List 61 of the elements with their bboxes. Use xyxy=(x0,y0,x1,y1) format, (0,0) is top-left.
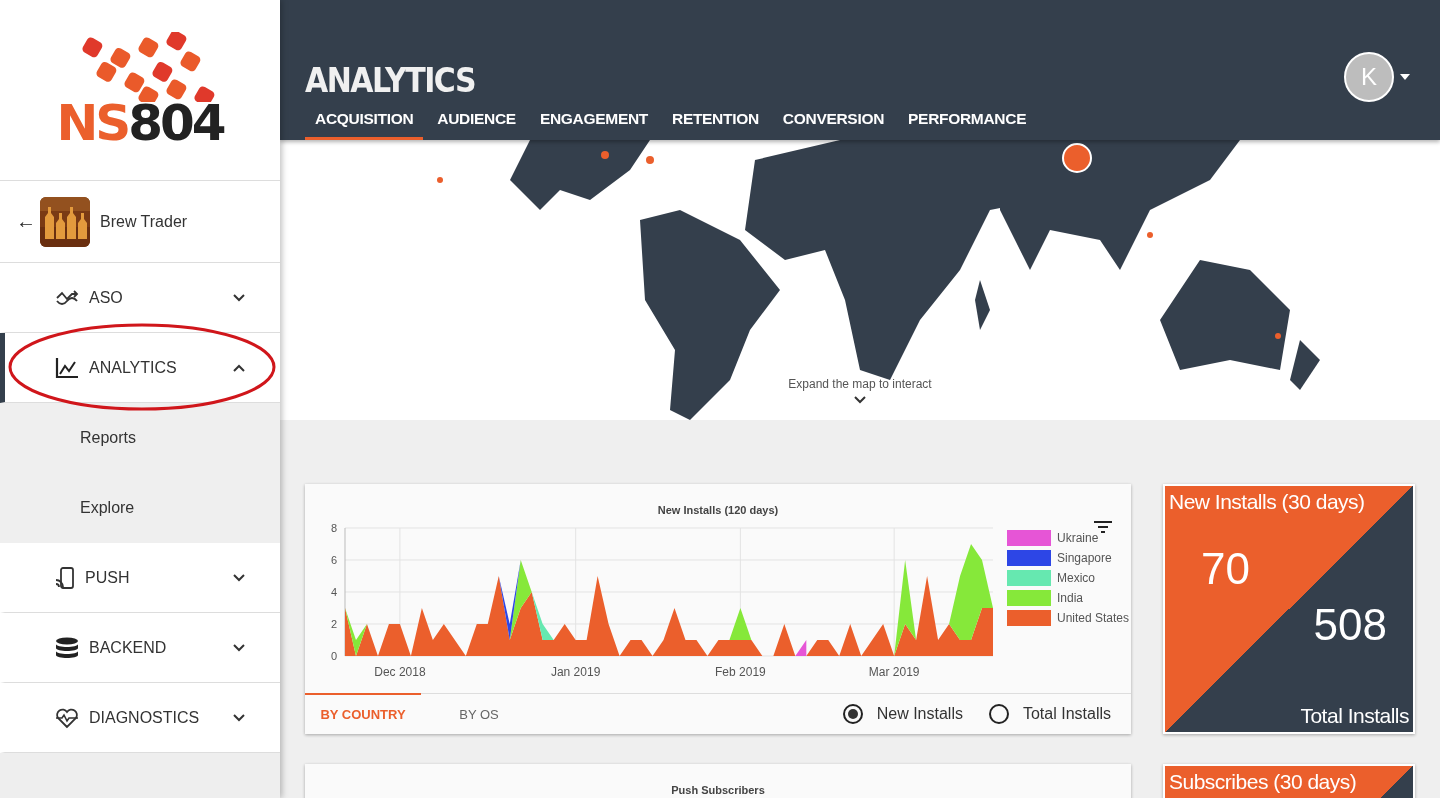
stat-value: 508 xyxy=(1313,600,1387,650)
logo-text: NS804 xyxy=(56,98,224,148)
axis-label: 2 xyxy=(330,618,337,630)
chart-arrow-icon xyxy=(55,287,79,308)
nav-item[interactable]: ANALYTICS xyxy=(0,333,280,403)
legend-label: India xyxy=(1057,591,1084,605)
radio-label: New Installs xyxy=(876,705,963,723)
nav-label: PUSH xyxy=(85,568,131,587)
chevron-down-icon xyxy=(232,573,246,582)
legend-label: Ukraine xyxy=(1057,531,1099,545)
axis-label: 8 xyxy=(330,522,337,534)
radio-label: Total Installs xyxy=(1022,705,1111,723)
axis-label: Jan 2019 xyxy=(550,665,601,679)
nav-subitem[interactable]: Explore xyxy=(0,473,280,543)
chevron-down-icon xyxy=(232,713,246,722)
chevron-down-icon xyxy=(232,293,246,302)
axis-label: Mar 2019 xyxy=(868,665,920,679)
chart-title: New Installs (120 days) xyxy=(656,503,780,516)
axis-label: Dec 2018 xyxy=(374,665,426,679)
header-tab[interactable]: AUDIENCE xyxy=(427,104,526,140)
header-tab[interactable]: RETENTION xyxy=(662,104,769,140)
nav-label: BACKEND xyxy=(89,638,168,657)
filter-icon[interactable] xyxy=(1093,520,1113,534)
stat-label: Total Installs xyxy=(1300,704,1410,729)
chart-title: Push Subscribers xyxy=(670,783,766,796)
database-icon xyxy=(55,636,79,659)
axis-label: 6 xyxy=(330,554,337,566)
header-tab[interactable]: PERFORMANCE xyxy=(898,104,1037,140)
header-tab[interactable]: CONVERSION xyxy=(772,104,895,140)
nav-item[interactable]: PUSH xyxy=(0,543,280,613)
heart-pulse-icon xyxy=(55,706,79,729)
nav-label: ANALYTICS xyxy=(89,358,178,377)
nav-label: DIAGNOSTICS xyxy=(89,708,201,727)
app-name: Brew Trader xyxy=(100,212,188,231)
nav-item[interactable]: DIAGNOSTICS xyxy=(0,683,280,753)
legend-label: United States xyxy=(1057,611,1130,625)
nav-item[interactable]: BACKEND xyxy=(0,613,280,683)
phone-signal-icon xyxy=(55,566,75,589)
page-title: ANALYTICS xyxy=(305,61,475,100)
axis-label: Feb 2019 xyxy=(715,665,766,679)
back-arrow[interactable]: ← xyxy=(16,210,36,233)
radio-button[interactable] xyxy=(842,704,863,724)
legend-label: Mexico xyxy=(1057,571,1095,585)
legend-label: Singapore xyxy=(1057,551,1112,565)
stat-value: 70 xyxy=(1201,544,1250,594)
chevron-down-icon xyxy=(232,643,246,652)
stat-title: Subscribes (30 days) xyxy=(1168,769,1358,795)
line-chart-icon xyxy=(55,356,79,379)
stat-title: New Installs (30 days) xyxy=(1168,489,1366,515)
map-hint: Expand the map to interact xyxy=(788,377,932,391)
nav-subitem[interactable]: Reports xyxy=(0,403,280,473)
nav-item[interactable]: ASO xyxy=(0,263,280,333)
nav-label: ASO xyxy=(89,288,124,307)
header-tab[interactable]: ENGAGEMENT xyxy=(529,104,658,140)
axis-label: 0 xyxy=(330,650,337,662)
chart-tab[interactable]: BY OS xyxy=(421,693,537,734)
chevron-up-icon xyxy=(232,363,246,372)
caret-icon[interactable] xyxy=(1400,74,1410,80)
radio-button[interactable] xyxy=(988,704,1009,724)
axis-label: 4 xyxy=(330,586,337,598)
chevron-down-icon xyxy=(853,395,867,404)
